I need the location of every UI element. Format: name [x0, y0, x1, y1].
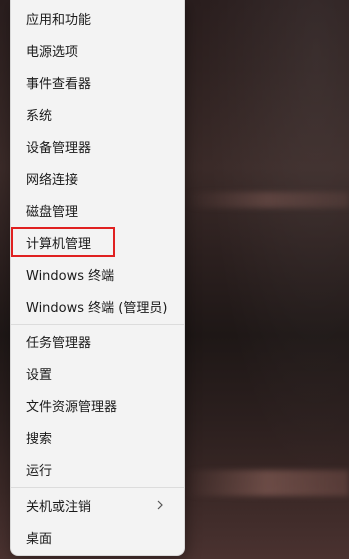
- menu-item-label: 运行: [26, 463, 53, 479]
- menu-item-label: 桌面: [26, 531, 53, 547]
- menu-item-run[interactable]: 运行: [17, 454, 179, 484]
- menu-item-label: Windows 终端: [26, 268, 115, 284]
- menu-item-label: 磁盘管理: [26, 204, 79, 220]
- wallpaper-light-streak: [185, 470, 349, 496]
- menu-item-label: Windows 终端 (管理员): [26, 300, 168, 316]
- menu-item-search[interactable]: 搜索: [17, 422, 179, 452]
- menu-item-label: 事件查看器: [26, 76, 92, 92]
- menu-item-label: 搜索: [26, 431, 53, 447]
- winx-context-menu: 应用和功能 电源选项 事件查看器 系统 设备管理器 网络连接 磁盘管理 计算机管…: [10, 0, 185, 556]
- menu-item-disk-management[interactable]: 磁盘管理: [17, 195, 179, 225]
- menu-item-desktop[interactable]: 桌面: [17, 522, 179, 552]
- menu-item-computer-management[interactable]: 计算机管理: [11, 227, 115, 257]
- wallpaper-light-streak: [185, 192, 349, 208]
- menu-separator: [11, 487, 184, 488]
- menu-item-label: 文件资源管理器: [26, 399, 118, 415]
- menu-item-label: 系统: [26, 108, 53, 124]
- menu-item-label: 关机或注销: [26, 499, 92, 515]
- menu-item-network-connections[interactable]: 网络连接: [17, 163, 179, 193]
- chevron-right-icon: [155, 499, 165, 511]
- menu-item-label: 应用和功能: [26, 12, 92, 28]
- menu-item-label: 网络连接: [26, 172, 79, 188]
- menu-item-task-manager[interactable]: 任务管理器: [17, 326, 179, 356]
- menu-item-label: 设置: [26, 367, 53, 383]
- menu-item-apps-and-features[interactable]: 应用和功能: [17, 3, 179, 33]
- menu-item-label: 计算机管理: [26, 236, 92, 252]
- menu-item-power-options[interactable]: 电源选项: [17, 35, 179, 65]
- menu-item-settings[interactable]: 设置: [17, 358, 179, 388]
- menu-item-file-explorer[interactable]: 文件资源管理器: [17, 390, 179, 420]
- menu-item-label: 设备管理器: [26, 140, 92, 156]
- menu-item-label: 电源选项: [26, 44, 79, 60]
- menu-separator: [11, 324, 184, 325]
- menu-item-system[interactable]: 系统: [17, 99, 179, 129]
- menu-item-device-manager[interactable]: 设备管理器: [17, 131, 179, 161]
- menu-item-windows-terminal-admin[interactable]: Windows 终端 (管理员): [17, 291, 179, 321]
- menu-item-label: 任务管理器: [26, 335, 92, 351]
- menu-item-shut-down-or-sign-out[interactable]: 关机或注销: [17, 490, 179, 520]
- menu-item-event-viewer[interactable]: 事件查看器: [17, 67, 179, 97]
- menu-item-windows-terminal[interactable]: Windows 终端: [17, 259, 179, 289]
